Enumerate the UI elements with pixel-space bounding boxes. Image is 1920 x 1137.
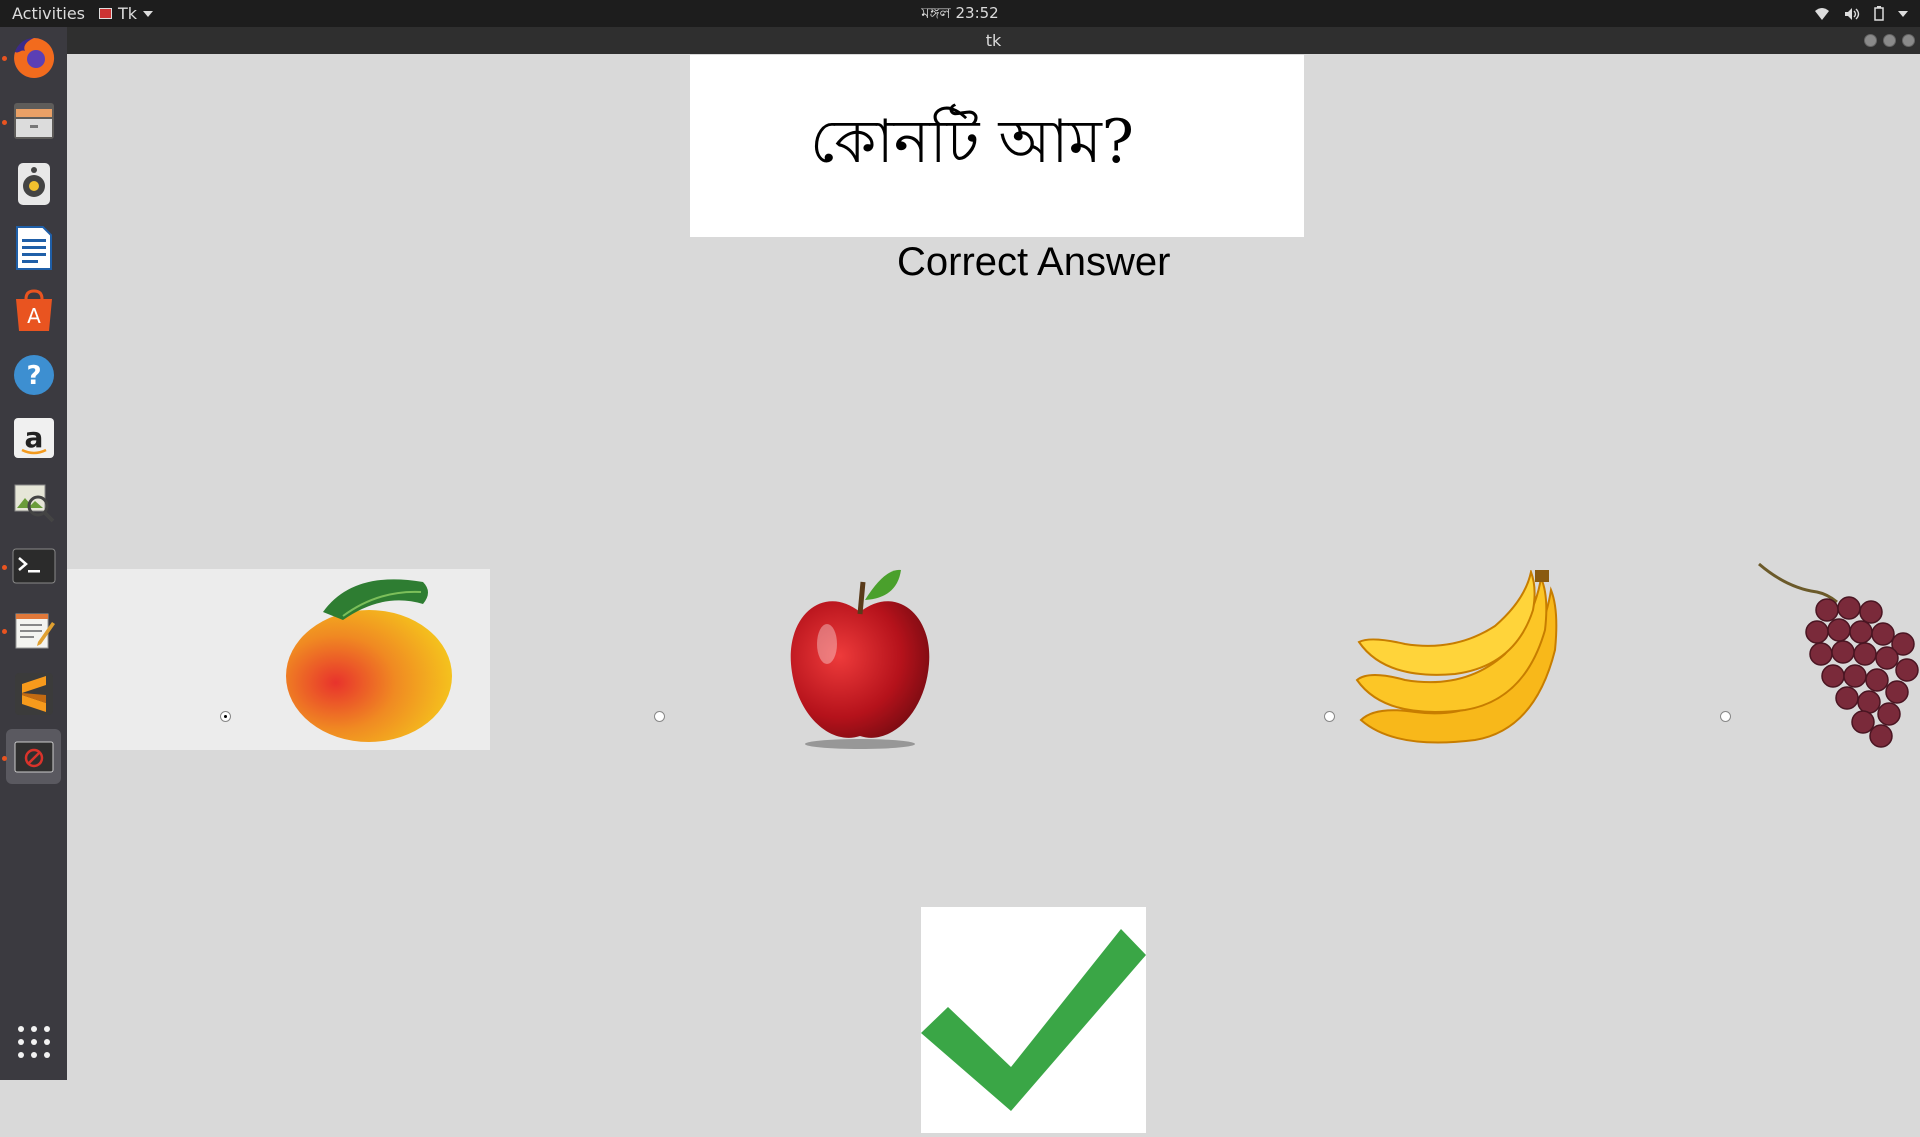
dock-item-terminal[interactable]	[6, 538, 61, 593]
radio-apple[interactable]	[654, 711, 665, 722]
app-window-icon	[99, 8, 112, 19]
amazon-icon: a	[13, 417, 54, 458]
tk-app-icon	[14, 741, 53, 772]
software-center-icon: A	[15, 288, 52, 331]
terminal-icon	[12, 548, 55, 583]
chevron-down-icon	[143, 10, 154, 17]
svg-text:?: ?	[26, 361, 41, 391]
feedback-text: Correct Answer	[897, 240, 1171, 284]
wifi-icon	[1815, 7, 1829, 20]
firefox-icon	[13, 37, 54, 78]
dock-item-help[interactable]: ?	[6, 347, 61, 402]
files-icon	[13, 102, 54, 139]
dock-item-files[interactable]	[6, 93, 61, 148]
running-indicator	[2, 756, 7, 761]
sublime-text-icon	[14, 672, 53, 715]
banana-image[interactable]	[1355, 570, 1567, 748]
window-title: tk	[985, 31, 1002, 50]
show-applications-button[interactable]	[6, 1014, 61, 1069]
app-menu[interactable]: Tk	[99, 0, 154, 27]
dock: A ? a	[0, 27, 67, 1080]
battery-icon	[1874, 6, 1884, 21]
dock-item-sublime-text[interactable]	[6, 666, 61, 721]
running-indicator	[2, 56, 7, 61]
dock-item-text-editor[interactable]	[6, 602, 61, 657]
radio-grapes[interactable]	[1720, 711, 1731, 722]
radio-mango[interactable]	[220, 711, 231, 722]
dock-item-writer[interactable]	[6, 220, 61, 275]
mango-image[interactable]	[283, 572, 459, 746]
dock-item-rhythmbox[interactable]	[6, 156, 61, 211]
app-grid-icon	[17, 1025, 50, 1058]
svg-text:A: A	[27, 304, 41, 328]
system-tray[interactable]	[1814, 0, 1908, 27]
svg-text:a: a	[24, 421, 43, 454]
question-text: কোনটি আম?	[810, 107, 1134, 177]
grapes-image[interactable]	[1757, 558, 1920, 758]
text-editor-icon	[15, 613, 55, 648]
dock-item-firefox[interactable]	[6, 30, 61, 85]
top-panel: Activities Tk মঙ্গল 23:52	[0, 0, 1920, 27]
writer-icon	[15, 225, 52, 270]
dock-item-amazon[interactable]: a	[6, 410, 61, 465]
app-menu-label: Tk	[118, 4, 138, 23]
running-indicator	[2, 565, 7, 570]
result-panel	[921, 907, 1146, 1133]
running-indicator	[2, 629, 7, 634]
dock-item-tk[interactable]	[6, 729, 61, 784]
radio-banana[interactable]	[1324, 711, 1335, 722]
rhythmbox-icon	[17, 162, 50, 205]
quiz-window: কোনটি আম? Correct Answer	[67, 54, 1920, 1133]
activities-button[interactable]: Activities	[12, 0, 85, 27]
dock-item-image-viewer[interactable]	[6, 474, 61, 529]
clock[interactable]: মঙ্গল 23:52	[921, 4, 998, 22]
checkmark-icon	[921, 929, 1146, 1111]
image-viewer-icon	[14, 484, 54, 522]
window-titlebar: tk	[67, 27, 1920, 54]
close-button[interactable]	[1902, 34, 1915, 47]
question-panel: কোনটি আম?	[690, 55, 1304, 237]
volume-icon	[1845, 7, 1860, 20]
apple-image[interactable]	[785, 564, 935, 750]
system-menu-chevron-icon	[1898, 10, 1908, 17]
minimize-button[interactable]	[1864, 34, 1877, 47]
running-indicator	[2, 120, 7, 125]
maximize-button[interactable]	[1883, 34, 1896, 47]
dock-item-software[interactable]: A	[6, 283, 61, 338]
help-icon: ?	[13, 354, 54, 395]
